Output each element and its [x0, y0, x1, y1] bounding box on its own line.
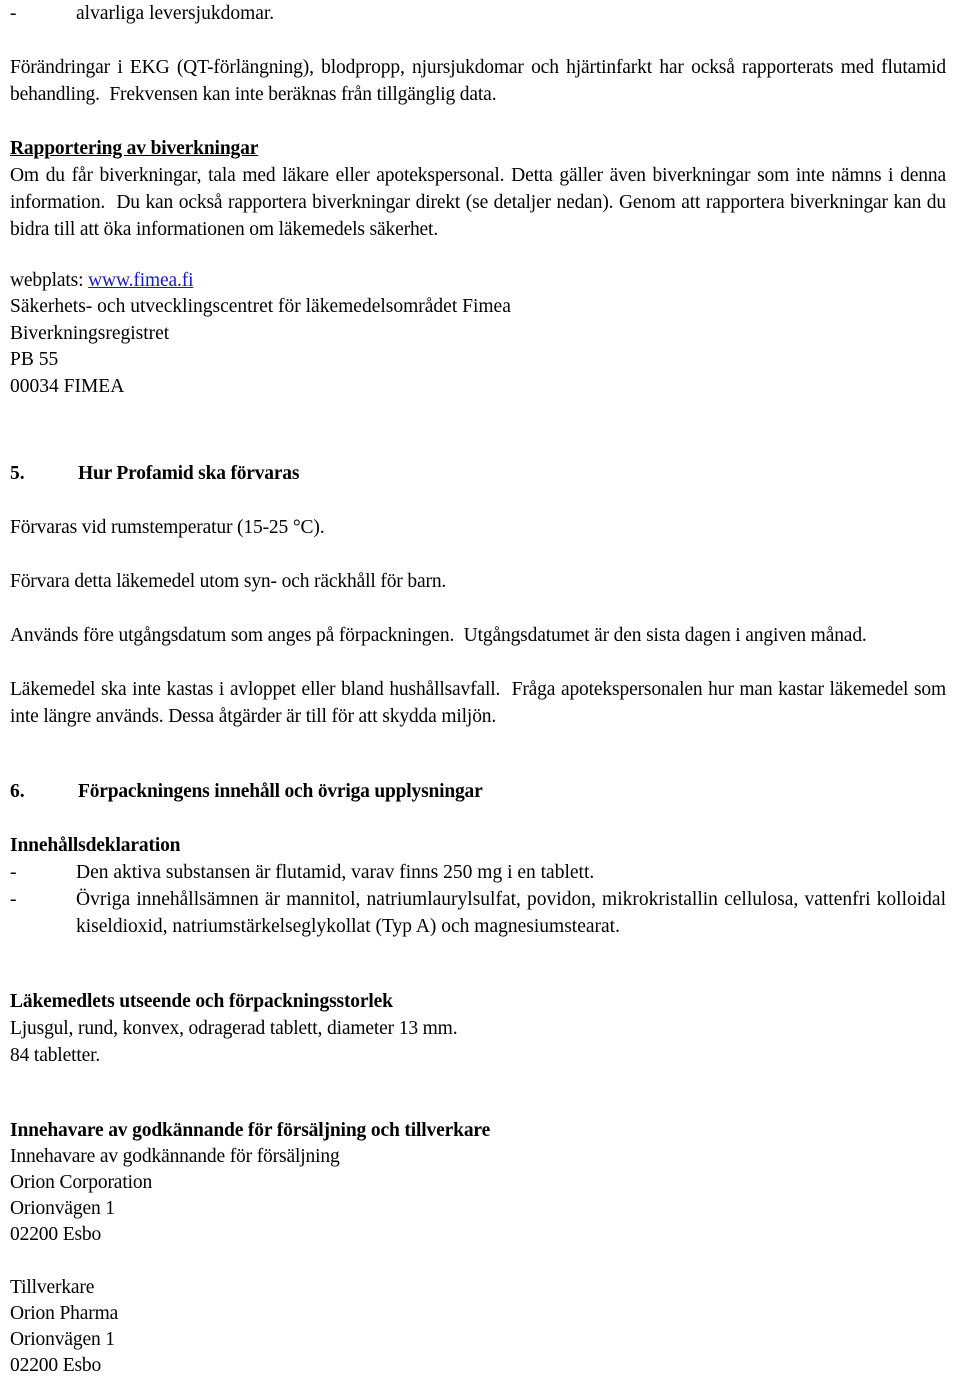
list-item: - Övriga innehållsämnen är mannitol, nat… [10, 886, 946, 940]
list-item: - alvarliga leversjukdomar. [10, 0, 946, 27]
website-row: webplats: www.fimea.fi [10, 267, 946, 294]
reporting-body: Om du får biverkningar, tala med läkare … [10, 165, 951, 240]
bullet-text: alvarliga leversjukdomar. [76, 3, 275, 24]
list-item: - Den aktiva substansen är flutamid, var… [10, 859, 946, 886]
reporting-heading: Rapportering av biverkningar [10, 138, 259, 159]
section-5-heading: 5. Hur Profamid ska förvaras [10, 460, 946, 487]
holder-line-3: 02200 Esbo [10, 1224, 102, 1245]
manufacturer-heading: Tillverkare [10, 1277, 95, 1298]
bullet-marker: - [10, 889, 17, 910]
paragraph-ekg: Förändringar i EKG (QT-förlängning), blo… [10, 57, 951, 105]
holder-heading: Innehavare av godkännande för försäljnin… [10, 1120, 491, 1141]
manufacturer-line-2: Orionvägen 1 [10, 1329, 115, 1350]
section-5-paragraph-3: Används före utgångsdatum som anges på f… [10, 625, 867, 646]
reporting-heading-wrap: Rapportering av biverkningar [10, 135, 946, 162]
appearance-line-2: 84 tabletter. [10, 1045, 101, 1066]
section-5-paragraph-4: Läkemedel ska inte kastas i avloppet ell… [10, 679, 951, 727]
fimea-address-line-2: Biverkningsregistret [10, 322, 170, 344]
manufacturer-line-1: Orion Pharma [10, 1303, 119, 1324]
section-6-heading: 6. Förpackningens innehåll och övriga up… [10, 778, 946, 805]
fimea-address-line-1: Säkerhets- och utvecklingscentret för lä… [10, 296, 511, 317]
section-5-title: Hur Profamid ska förvaras [78, 463, 300, 484]
document-page: - alvarliga leversjukdomar. Förändringar… [0, 0, 960, 1387]
section-6-number: 6. [10, 781, 25, 802]
section-6-title: Förpackningens innehåll och övriga upply… [78, 781, 483, 802]
section-5-paragraph-1: Förvaras vid rumstemperatur (15-25 °C). [10, 517, 325, 538]
website-label: webplats: [10, 270, 89, 291]
section-5-paragraph-2: Förvara detta läkemedel utom syn- och rä… [10, 571, 447, 592]
bullet-marker: - [10, 3, 17, 24]
fimea-website-link[interactable]: www.fimea.fi [88, 270, 193, 291]
holder-subheading: Innehavare av godkännande för försäljnin… [10, 1146, 340, 1167]
holder-line-2: Orionvägen 1 [10, 1198, 115, 1219]
fimea-address-line-3: PB 55 [10, 349, 59, 370]
ingredients-heading: Innehållsdeklaration [10, 835, 181, 856]
holder-line-1: Orion Corporation [10, 1172, 153, 1193]
bullet-marker: - [10, 862, 17, 883]
bullet-text: Övriga innehållsämnen är mannitol, natri… [76, 889, 951, 937]
appearance-heading: Läkemedlets utseende och förpackningssto… [10, 991, 393, 1012]
bullet-text: Den aktiva substansen är flutamid, varav… [76, 862, 595, 883]
appearance-line-1: Ljusgul, rund, konvex, odragerad tablett… [10, 1018, 458, 1039]
manufacturer-line-3: 02200 Esbo [10, 1355, 102, 1376]
section-5-number: 5. [10, 463, 25, 484]
fimea-address-line-4: 00034 FIMEA [10, 375, 125, 397]
